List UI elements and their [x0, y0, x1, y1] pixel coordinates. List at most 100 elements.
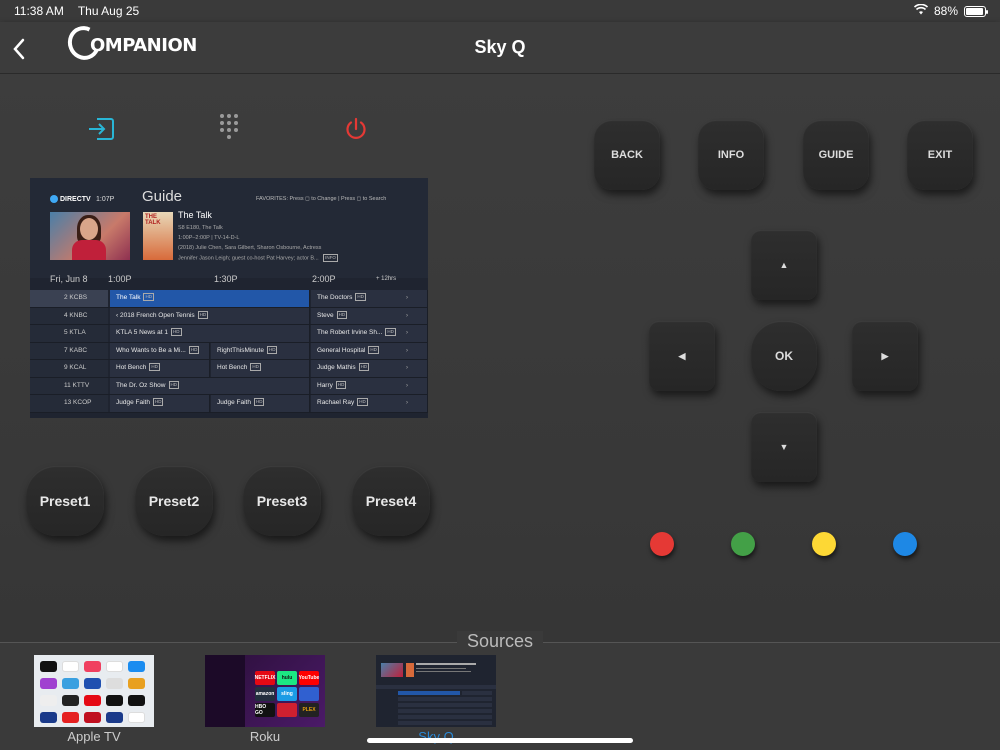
- hd-badge: HD: [368, 345, 379, 354]
- hd-badge: HD: [385, 328, 396, 337]
- source-label-apple-tv[interactable]: Apple TV: [34, 729, 154, 744]
- guide-button[interactable]: GUIDE: [803, 120, 869, 190]
- show-detail-line: S8 E180, The Talk: [178, 225, 223, 231]
- input-icon[interactable]: [86, 114, 116, 144]
- tv-program-cell[interactable]: RightThisMinute HD: [211, 342, 310, 359]
- show-poster: THE TALK: [143, 212, 173, 260]
- source-sky-q[interactable]: [376, 655, 496, 727]
- tv-program-title: The Talk: [116, 294, 141, 301]
- chevron-right-icon: ›: [406, 312, 408, 319]
- tv-program-title: Judge Faith: [217, 399, 251, 406]
- tv-timebar: Fri, Jun 8 1:00P 1:30P 2:00P + 12hrs: [30, 274, 428, 288]
- green-button[interactable]: [731, 532, 755, 556]
- tv-channel-label: 13 KCOP: [30, 395, 108, 412]
- tv-guide-row[interactable]: 4 KNBC ‹ 2018 French Open Tennis HD Steve HD…: [30, 307, 428, 325]
- tv-favorites-hint: FAVORITES: Press ◻ to Change | Press ◻ t…: [256, 196, 387, 202]
- hd-badge: HD: [171, 328, 182, 337]
- chevron-right-icon: ›: [406, 400, 408, 406]
- hd-badge: HD: [357, 398, 368, 407]
- arrow-down-icon: ▼: [779, 442, 789, 452]
- hd-badge: HD: [266, 345, 278, 354]
- hd-badge: HD: [143, 293, 154, 302]
- tv-program-cell[interactable]: Judge Faith HD: [211, 395, 310, 412]
- preset2-button[interactable]: Preset2: [135, 466, 213, 536]
- tv-guide-row[interactable]: 13 KCOP Judge Faith HD Judge Faith HD Rachael…: [30, 395, 428, 413]
- tv-guide-header: DIRECTV 1:07P Guide FAVORITES: Press ◻ t…: [30, 178, 428, 278]
- tv-channel-label: 5 KTLA: [30, 325, 108, 342]
- tv-channel-label: 11 KTTV: [30, 377, 108, 394]
- tv-program-title: Judge Faith: [116, 399, 150, 406]
- chevron-right-icon: ›: [406, 330, 408, 336]
- status-time: 11:38 AM: [14, 4, 64, 18]
- tv-program-title: General Hospital: [317, 346, 366, 354]
- back-button[interactable]: BACK: [594, 120, 660, 190]
- info-button[interactable]: INFO: [698, 120, 764, 190]
- hd-badge: HD: [149, 363, 160, 372]
- source-label-roku[interactable]: Roku: [205, 729, 325, 744]
- tv-program-cell[interactable]: The Robert Irvine Sh... HD: [311, 325, 428, 342]
- hd-badge: HD: [336, 310, 348, 319]
- source-apple-tv[interactable]: [34, 655, 154, 727]
- dpad-right-button[interactable]: ▶: [852, 321, 918, 391]
- keypad-icon[interactable]: [214, 112, 244, 142]
- dpad-up-button[interactable]: ▲: [751, 230, 817, 300]
- tv-program-title: Hot Bench: [217, 364, 248, 371]
- chevron-right-icon: ›: [406, 382, 408, 389]
- tv-program-title: The Dr. Oz Show: [116, 381, 166, 389]
- preset3-button[interactable]: Preset3: [243, 466, 321, 536]
- preset1-button[interactable]: Preset1: [26, 466, 104, 536]
- tv-program-title: Who Wants to Be a Mi...: [116, 346, 186, 354]
- show-title: The Talk: [178, 210, 212, 220]
- arrow-up-icon: ▲: [779, 260, 789, 270]
- tv-guide-row[interactable]: 5 KTLA KTLA 5 News at 1 HD The Robert Irvin…: [30, 325, 428, 343]
- remote-panel: DIRECTV 1:07P Guide FAVORITES: Press ◻ t…: [0, 74, 1000, 642]
- page-title: Sky Q: [474, 37, 526, 57]
- tv-channel-label: 2 KCBS: [30, 290, 108, 307]
- sources-title: Sources: [0, 631, 1000, 652]
- tv-guide-row[interactable]: 11 KTTV The Dr. Oz Show HD Harry HD ›: [30, 377, 428, 395]
- source-roku[interactable]: NETFLIX hulu YouTube amazon sling HBO GO…: [205, 655, 325, 727]
- ok-button[interactable]: OK: [751, 321, 817, 391]
- tv-guide-row[interactable]: 7 KABC Who Wants to Be a Mi... HD RightThis…: [30, 342, 428, 360]
- chevron-right-icon: ›: [406, 347, 408, 354]
- red-button[interactable]: [650, 532, 674, 556]
- home-indicator[interactable]: [367, 738, 633, 743]
- yellow-button[interactable]: [812, 532, 836, 556]
- dpad-left-button[interactable]: ◀: [649, 321, 715, 391]
- tv-date-label: Fri, Jun 8: [50, 274, 88, 284]
- exit-button[interactable]: EXIT: [907, 120, 973, 190]
- tv-program-cell[interactable]: Steve HD: [311, 307, 428, 324]
- tv-program-cell[interactable]: KTLA 5 News at 1 HD: [110, 325, 310, 342]
- show-detail-line: 1:00P–2:00P | TV-14-D-L: [178, 235, 240, 241]
- preset4-button[interactable]: Preset4: [352, 466, 430, 536]
- battery-percent: 88%: [933, 4, 958, 18]
- arrow-right-icon: ▶: [881, 350, 889, 361]
- show-detail-line: Jennifer Jason Leigh; guest co-host Pat …: [178, 254, 338, 262]
- tv-program-cell[interactable]: General Hospital HD: [311, 342, 428, 359]
- tv-program-cell[interactable]: Rachael Ray HD: [311, 395, 428, 412]
- tv-program-cell[interactable]: Judge Mathis HD: [311, 360, 428, 377]
- tv-guide-row[interactable]: 9 KCAL Hot Bench HD Hot Bench HD Judge Mathis…: [30, 360, 428, 378]
- hd-badge: HD: [355, 293, 366, 302]
- blue-button[interactable]: [893, 532, 917, 556]
- tv-program-cell[interactable]: Hot Bench HD: [211, 360, 310, 377]
- tv-program-cell[interactable]: Hot Bench HD: [110, 360, 210, 377]
- hd-badge: HD: [188, 345, 200, 354]
- info-badge: INFO: [323, 254, 338, 262]
- hd-badge: HD: [168, 380, 179, 389]
- tv-program-cell[interactable]: The Dr. Oz Show HD: [110, 377, 310, 394]
- power-icon[interactable]: [341, 114, 371, 144]
- hd-badge: HD: [250, 363, 261, 372]
- tv-program-title: KTLA 5 News at 1: [116, 329, 169, 336]
- tv-guide-row[interactable]: 2 KCBS The Talk HD The Doctors HD ›: [30, 290, 428, 308]
- tv-program-title: ‹ 2018 French Open Tennis: [116, 311, 195, 319]
- dpad-down-button[interactable]: ▼: [751, 412, 817, 482]
- tv-channel-label: 7 KABC: [30, 342, 108, 359]
- tv-program-cell[interactable]: The Talk HD: [110, 290, 310, 307]
- tv-time-slot: 1:30P: [214, 274, 238, 284]
- tv-program-cell[interactable]: Judge Faith HD: [110, 395, 210, 412]
- tv-program-cell[interactable]: Harry HD: [311, 377, 428, 394]
- tv-program-cell[interactable]: Who Wants to Be a Mi... HD: [110, 342, 210, 359]
- tv-program-cell[interactable]: The Doctors HD: [311, 290, 428, 307]
- tv-program-cell[interactable]: ‹ 2018 French Open Tennis HD: [110, 307, 310, 324]
